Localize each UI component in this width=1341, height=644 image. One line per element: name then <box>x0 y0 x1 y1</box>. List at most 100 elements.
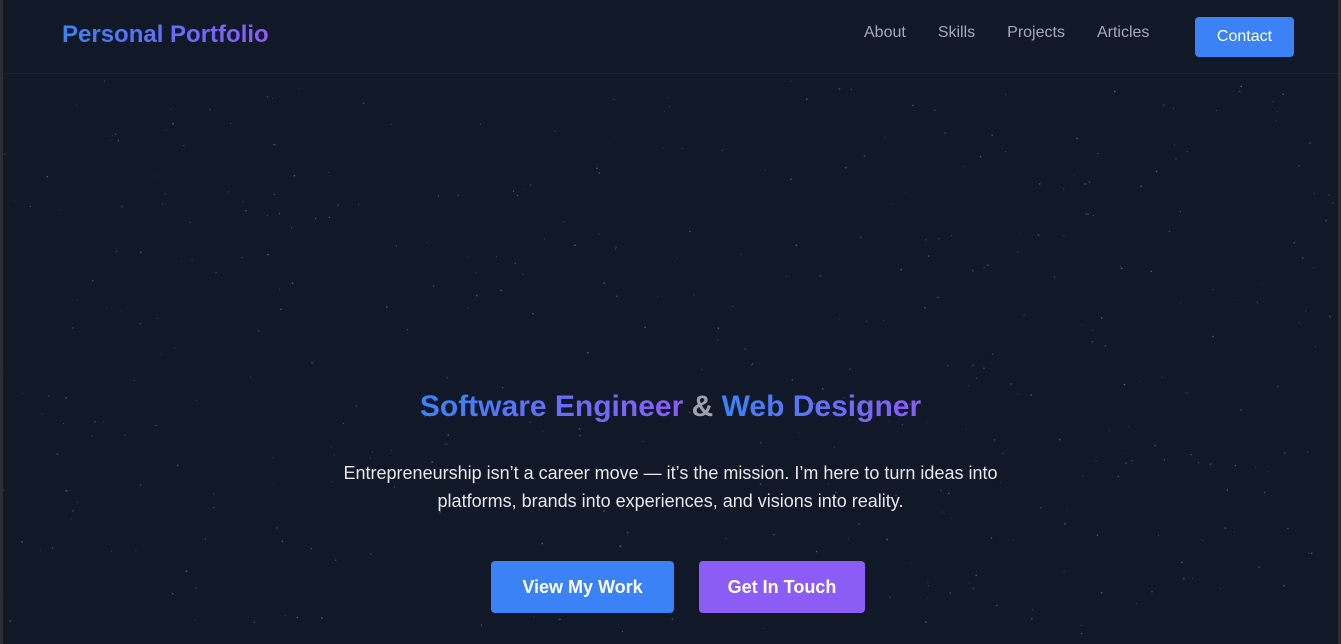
star <box>328 172 330 174</box>
star <box>1237 299 1239 301</box>
star <box>983 367 985 369</box>
star <box>1120 267 1123 270</box>
star <box>191 260 193 262</box>
star <box>689 230 691 233</box>
star <box>744 348 747 351</box>
star <box>1202 539 1204 541</box>
star <box>838 318 840 320</box>
star <box>900 268 903 271</box>
star <box>1005 151 1007 153</box>
star <box>1332 202 1334 204</box>
star <box>1298 322 1300 324</box>
star <box>92 280 94 282</box>
star <box>795 244 798 246</box>
star <box>1155 170 1158 173</box>
star <box>426 241 428 243</box>
star <box>228 191 230 193</box>
star <box>1074 175 1076 177</box>
star <box>241 257 243 259</box>
star <box>1283 585 1285 587</box>
star <box>1092 214 1094 217</box>
star <box>990 537 993 539</box>
star <box>111 551 113 553</box>
brand-logo[interactable]: Personal Portfolio <box>62 21 269 49</box>
view-my-work-button[interactable]: View My Work <box>491 561 674 613</box>
star <box>972 587 975 590</box>
star <box>1308 552 1310 554</box>
star <box>847 538 849 540</box>
star <box>1018 233 1020 235</box>
star <box>693 294 695 296</box>
nav-link-about[interactable]: About <box>864 24 906 42</box>
contact-button[interactable]: Contact <box>1195 17 1294 57</box>
star <box>905 192 907 193</box>
star <box>165 129 167 131</box>
star <box>1104 345 1107 347</box>
star <box>949 592 951 594</box>
star <box>533 616 535 618</box>
star <box>785 275 788 277</box>
star <box>1023 314 1025 316</box>
star <box>279 288 280 290</box>
star <box>1097 152 1099 155</box>
star <box>1298 165 1300 167</box>
star <box>662 147 664 149</box>
star <box>791 379 794 381</box>
star <box>845 166 847 169</box>
star <box>189 222 191 224</box>
star <box>934 109 936 111</box>
star <box>1120 265 1122 267</box>
star <box>135 549 137 552</box>
star <box>615 246 617 248</box>
star <box>75 104 77 106</box>
nav-link-projects[interactable]: Projects <box>1007 24 1065 42</box>
star <box>1180 211 1182 213</box>
star <box>386 306 388 308</box>
star <box>614 248 617 250</box>
star <box>586 351 589 354</box>
star <box>1150 270 1153 273</box>
star <box>976 571 978 573</box>
star <box>4 153 6 155</box>
star <box>106 307 108 309</box>
star <box>975 574 978 577</box>
star <box>523 189 525 190</box>
star <box>334 559 337 562</box>
star <box>532 312 534 315</box>
star <box>979 156 982 158</box>
star <box>773 533 775 536</box>
nav-link-articles[interactable]: Articles <box>1097 24 1149 42</box>
get-in-touch-button[interactable]: Get In Touch <box>699 561 865 613</box>
star <box>1272 101 1274 103</box>
star <box>681 147 683 149</box>
star <box>883 319 884 321</box>
star <box>1309 142 1311 144</box>
star <box>849 368 851 370</box>
star <box>1173 144 1175 146</box>
star <box>284 615 286 617</box>
nav-link-skills[interactable]: Skills <box>938 24 975 42</box>
star <box>924 307 926 309</box>
star <box>1004 94 1006 96</box>
star <box>858 523 860 525</box>
star <box>927 255 930 257</box>
star <box>310 547 313 550</box>
star <box>976 377 978 379</box>
star <box>554 130 556 132</box>
star <box>495 256 497 258</box>
star <box>215 271 217 274</box>
star <box>1031 617 1033 620</box>
star <box>991 353 994 355</box>
star <box>480 624 483 626</box>
star <box>1092 329 1094 331</box>
star <box>267 96 269 98</box>
star <box>245 209 247 212</box>
star <box>181 261 183 263</box>
star <box>311 362 313 364</box>
star <box>1123 383 1126 386</box>
star <box>912 104 914 107</box>
star <box>291 227 293 229</box>
star <box>174 347 176 349</box>
star <box>657 296 659 298</box>
hero-cta-row: View My Work Get In Touch <box>491 561 865 613</box>
